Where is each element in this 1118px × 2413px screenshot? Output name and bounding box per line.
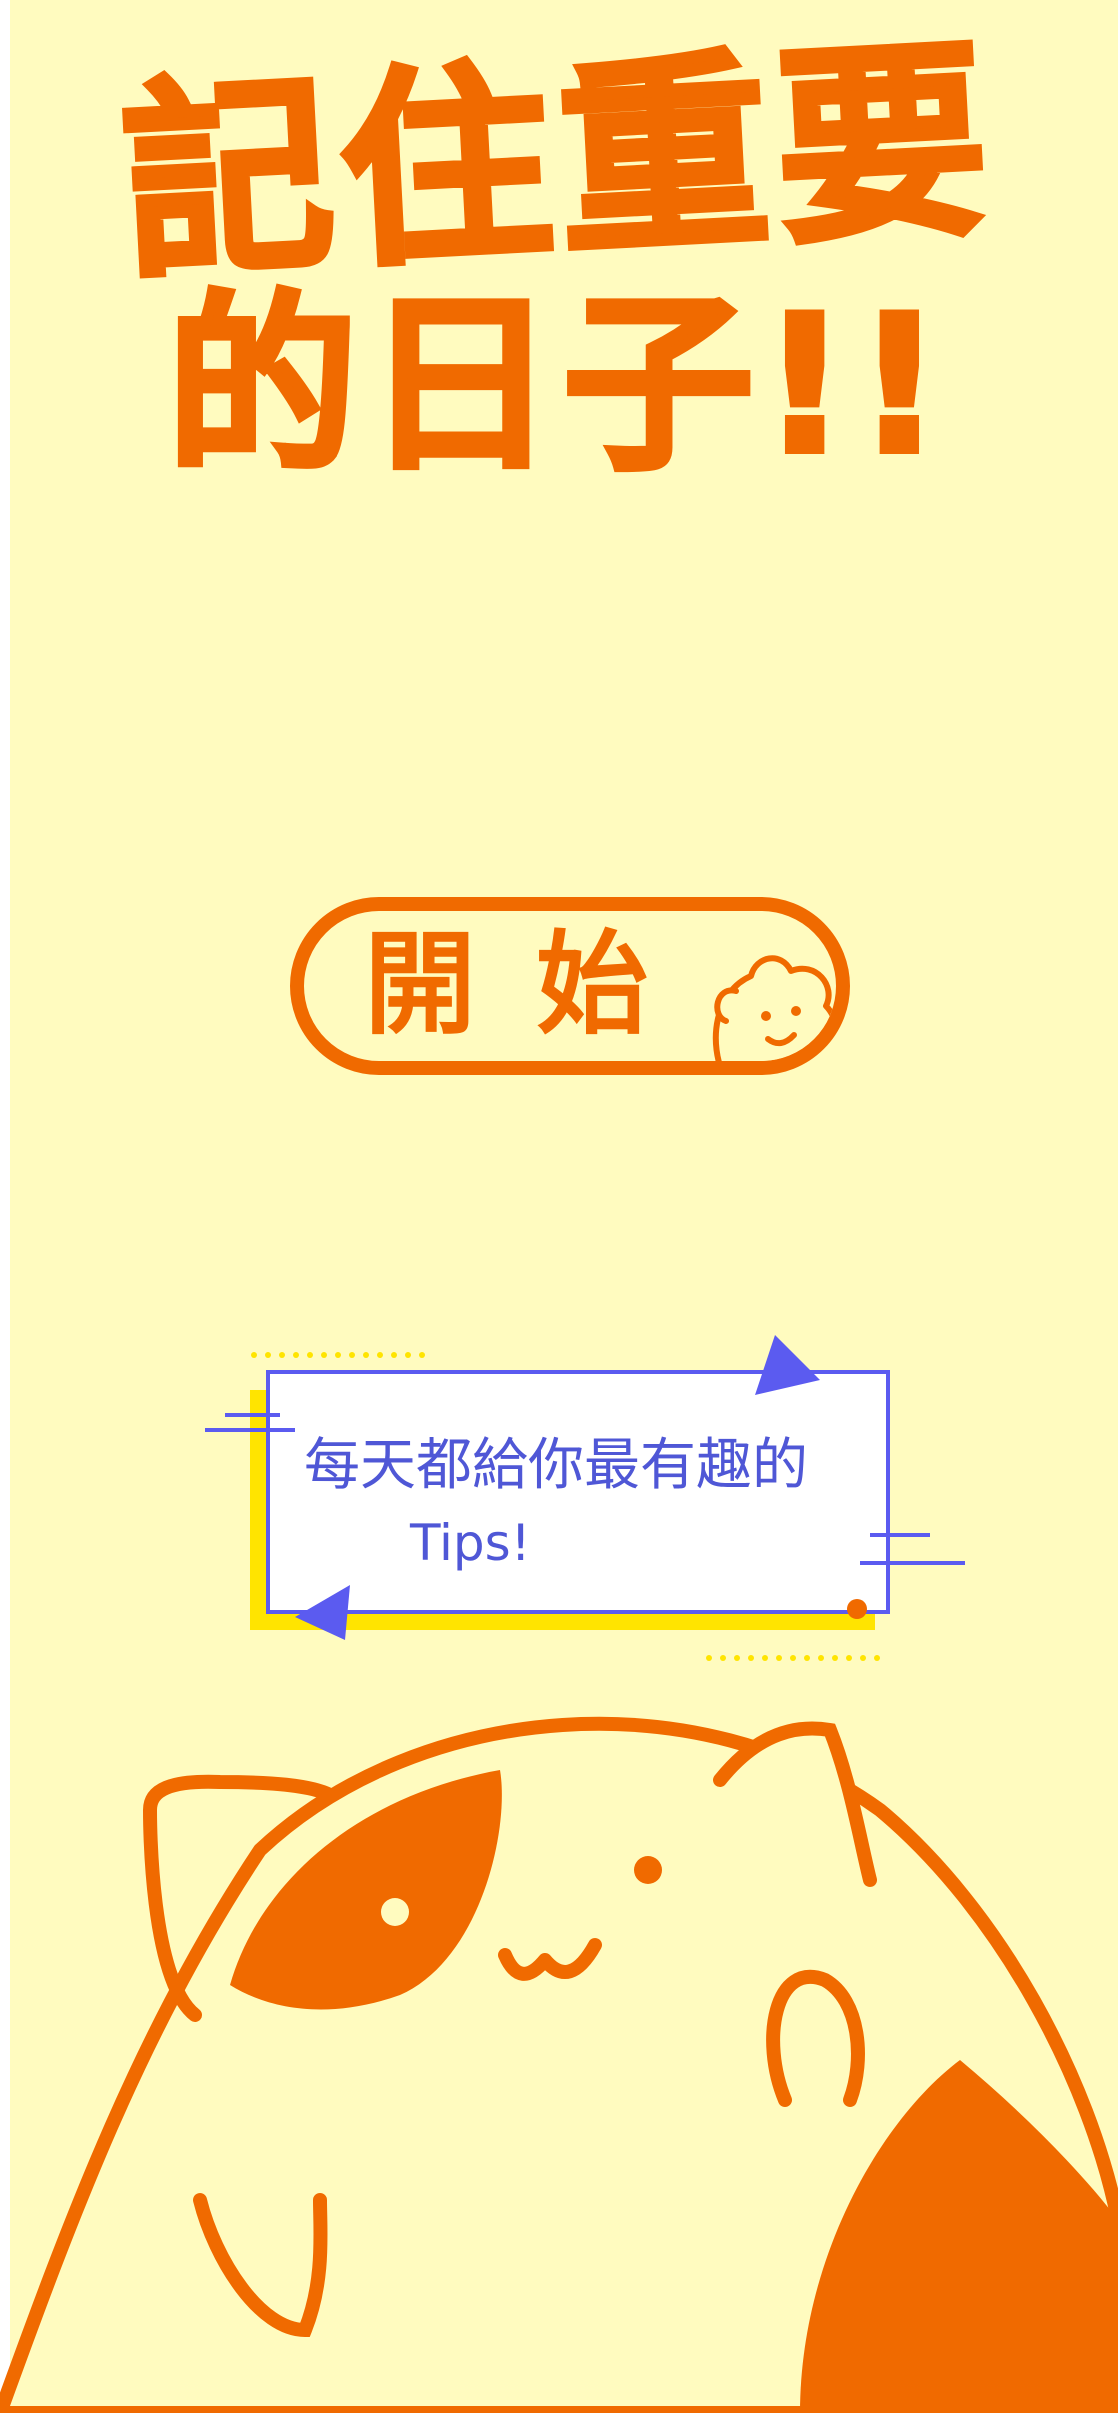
dotted-line-top: [251, 1352, 425, 1358]
line-deco-right: [860, 1533, 965, 1565]
tips-text-line-1: 每天都給你最有趣的: [304, 1433, 808, 1498]
dotted-line-bottom: [706, 1655, 880, 1661]
triangle-icon-top: [755, 1335, 820, 1395]
start-button-label: 開始: [364, 920, 708, 1050]
bear-face-icon: [712, 955, 836, 1061]
line-deco-left: [205, 1413, 295, 1432]
title-line-2: 的日子!!: [164, 274, 951, 496]
triangle-icon-bottom: [295, 1585, 350, 1640]
start-button[interactable]: 開始: [290, 897, 850, 1075]
title-line-1: 記住重要: [114, 14, 1004, 310]
tips-card: 每天都給你最有趣的 Tips!: [200, 1335, 970, 1675]
splash-screen: 記住重要 的日子!! 開始 每天都給你最有趣的 Tips!: [0, 0, 1118, 2413]
page-title: 記住重要 的日子!!: [0, 14, 1118, 496]
orange-dot: [847, 1599, 867, 1619]
tips-card-panel: 每天都給你最有趣的 Tips!: [266, 1370, 890, 1614]
cat-illustration: [0, 1716, 1118, 2413]
tips-text-line-2: Tips!: [410, 1514, 531, 1572]
